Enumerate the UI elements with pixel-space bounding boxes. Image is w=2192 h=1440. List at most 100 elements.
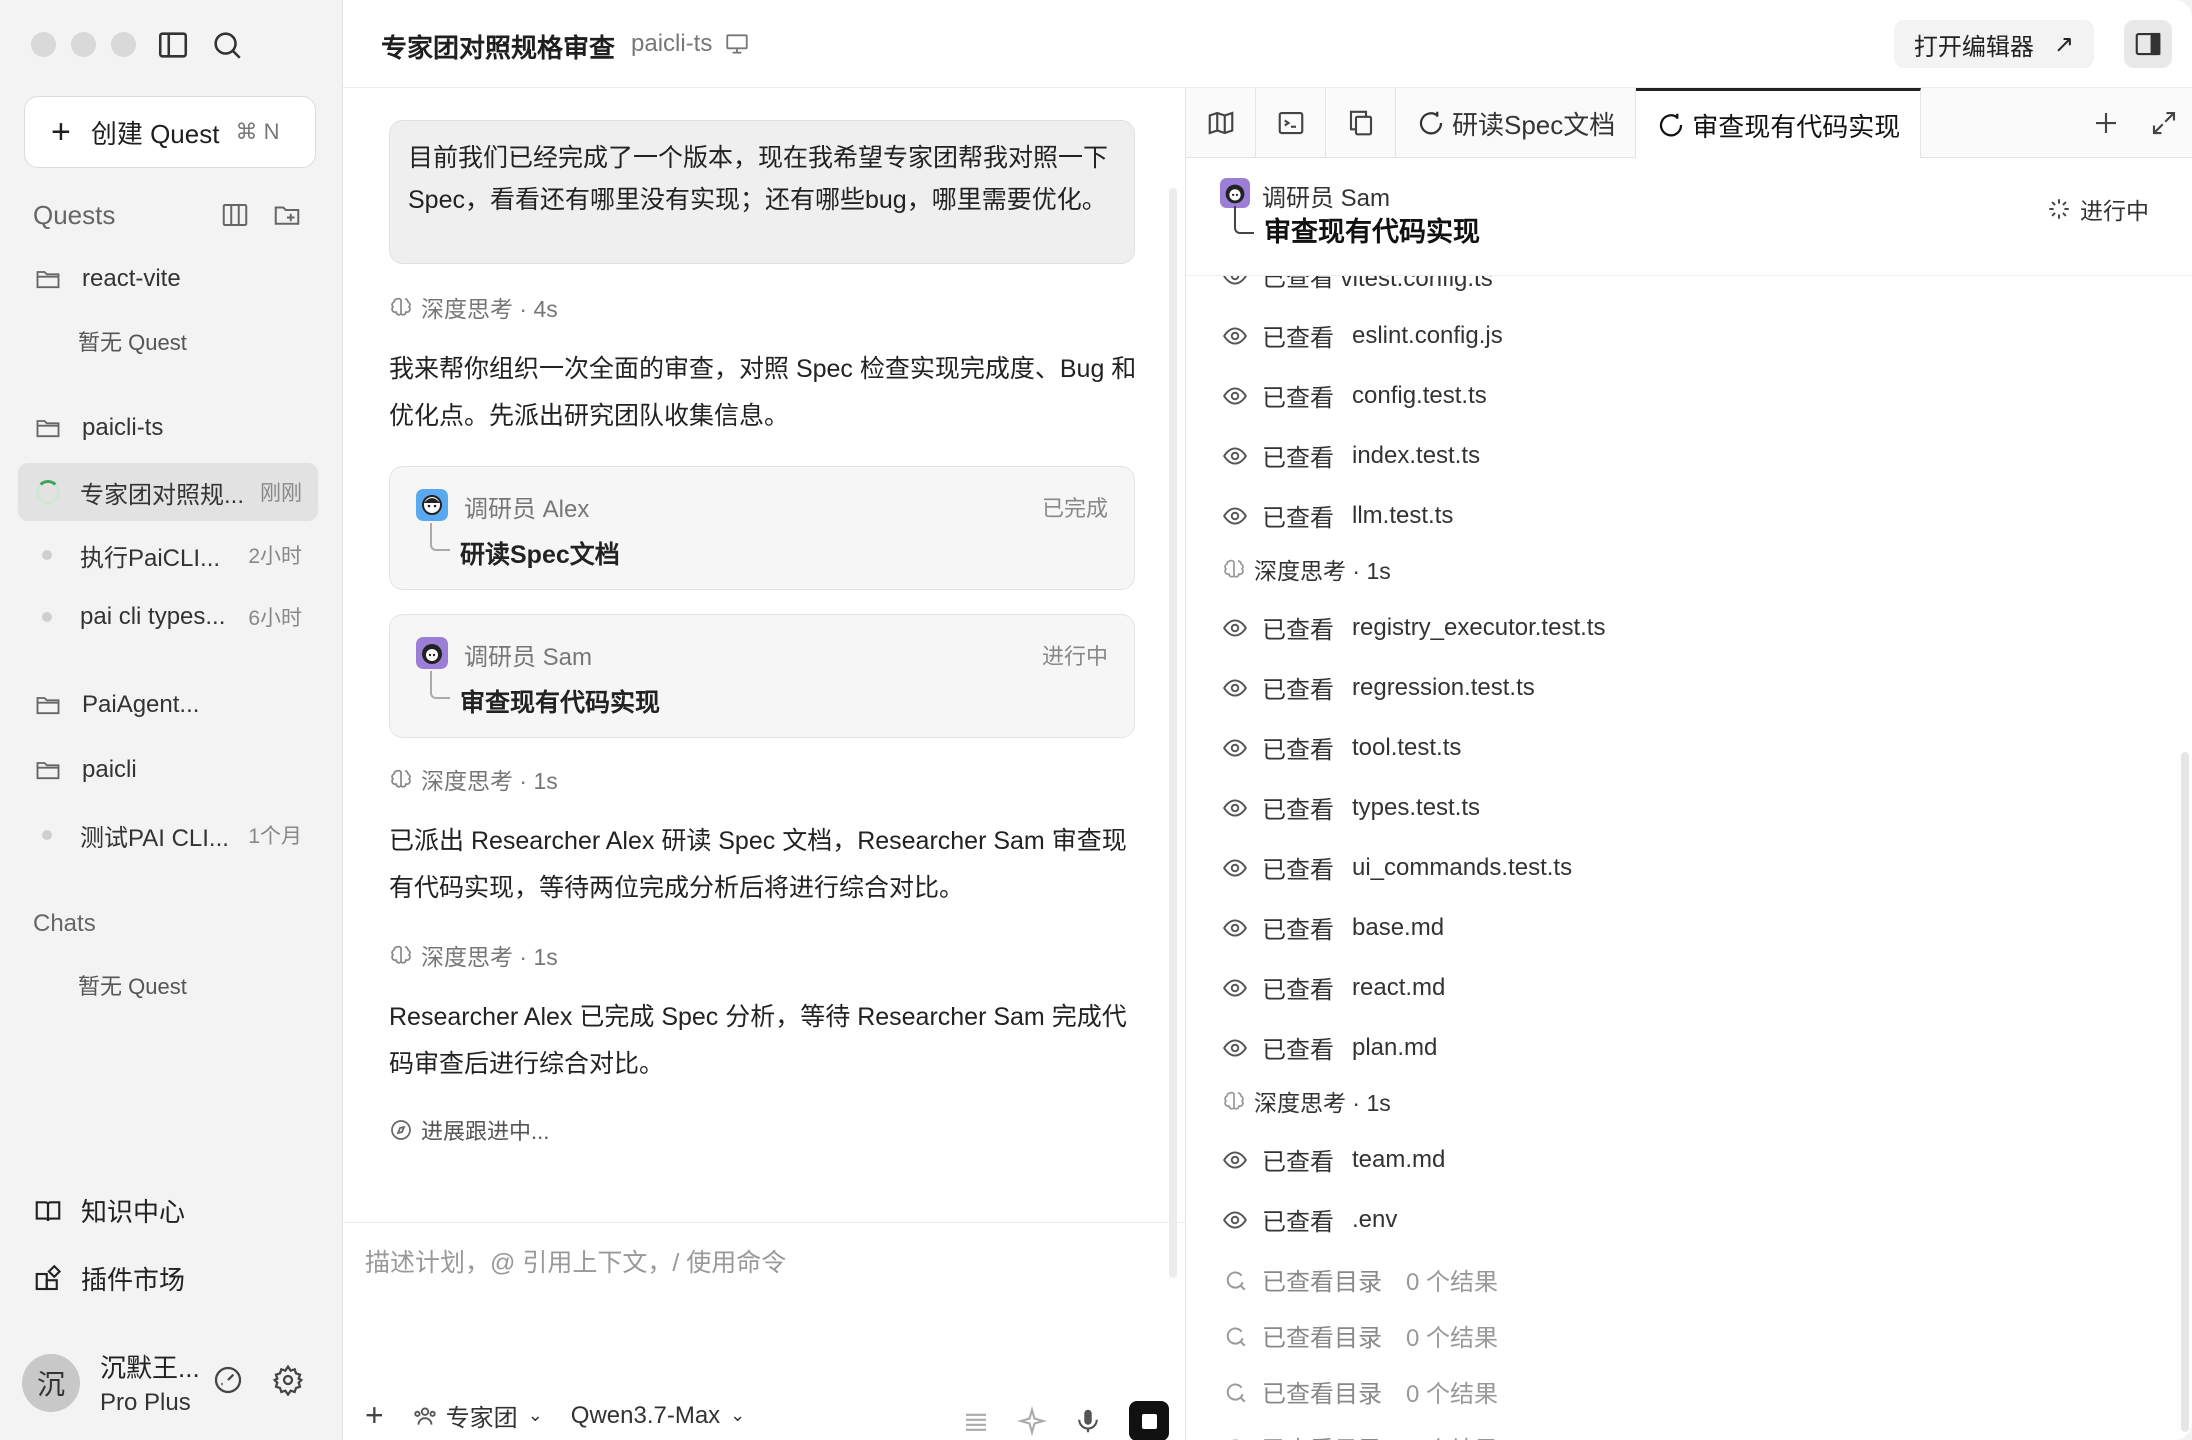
agent-status: 进行中: [2046, 192, 2149, 226]
log-row-file[interactable]: 已查看 ui_commands.test.ts: [1222, 850, 1572, 885]
stop-icon: [1141, 1413, 1157, 1429]
open-editor-button[interactable]: 打开编辑器 ↗: [1893, 20, 2094, 68]
list-icon[interactable]: [961, 1406, 991, 1436]
log-target: base.md: [1352, 913, 1445, 941]
log-target: .env: [1352, 1205, 1398, 1233]
tab-spec[interactable]: 研读Spec文档: [1396, 88, 1637, 158]
eye-icon: [1223, 978, 1247, 997]
log-row-file[interactable]: 已查看 types.test.ts: [1222, 790, 1480, 825]
add-tab-button[interactable]: [2077, 88, 2135, 158]
log-row-directory[interactable]: 已查看目录 0 个结果: [1222, 1374, 1498, 1409]
search-icon[interactable]: [210, 28, 244, 62]
avatar: 沉: [22, 1353, 80, 1412]
agent-task: 研读Spec文档: [460, 541, 620, 569]
log-row-file[interactable]: 已查看 config.test.ts: [1222, 378, 1487, 413]
tab-terminal[interactable]: [1256, 88, 1326, 158]
quest-time: 2小时: [248, 545, 302, 568]
thinking-indicator[interactable]: 深度思考 · 1s: [1222, 1084, 1409, 1118]
microphone-icon[interactable]: [1073, 1406, 1103, 1436]
knowledge-center-link[interactable]: 知识中心: [33, 1192, 185, 1229]
panel-scrollbar[interactable]: [2181, 752, 2189, 1432]
quest-item-active[interactable]: 专家团对照规... 刚刚: [18, 463, 318, 521]
log-row-file[interactable]: 已查看 .env: [1222, 1202, 1397, 1237]
eye-icon: [1223, 326, 1247, 345]
user-profile[interactable]: 沉 沉默王... Pro Plus: [22, 1348, 200, 1417]
eye-icon: [1223, 918, 1247, 937]
chevron-down-icon: ⌄: [730, 1405, 746, 1425]
log-row-file[interactable]: 已查看 base.md: [1222, 910, 1444, 945]
gear-icon[interactable]: [272, 1364, 304, 1396]
quest-label: 执行PaiCLI...: [80, 544, 221, 572]
create-quest-button[interactable]: + 创建 Quest ⌘ N: [24, 96, 316, 168]
folder-search-icon: [1231, 1438, 1240, 1440]
gauge-icon[interactable]: [212, 1364, 244, 1396]
app-window: + 创建 Quest ⌘ N Quests react-vite 暂无 Ques…: [0, 0, 2192, 1440]
log-verb: 已查看: [1262, 325, 1334, 352]
minimize-window-button[interactable]: [71, 32, 96, 57]
log-row-file[interactable]: 已查看 eslint.config.js: [1222, 318, 1503, 353]
model-selector[interactable]: Qwen3.7-Max ⌄: [571, 1402, 745, 1430]
tab-label: 审查现有代码实现: [1692, 111, 1901, 142]
brain-icon: [391, 769, 411, 788]
add-attachment-button[interactable]: +: [365, 1397, 384, 1434]
project-paicli[interactable]: paicli: [18, 741, 318, 799]
log-row-file[interactable]: 已查看 registry_executor.test.ts: [1222, 610, 1605, 645]
quest-item[interactable]: pai cli types... 6小时: [18, 588, 318, 646]
maximize-window-button[interactable]: [111, 32, 136, 57]
log-verb: 已查看: [1262, 797, 1334, 824]
quest-item[interactable]: 执行PaiCLI... 2小时: [18, 526, 318, 584]
project-paiagent[interactable]: PaiAgent...: [18, 676, 318, 734]
user-name: 沉默王...: [100, 1353, 200, 1383]
close-window-button[interactable]: [31, 32, 56, 57]
progress-label: 进展跟进中...: [421, 1119, 550, 1144]
project-paicli-ts[interactable]: paicli-ts: [18, 399, 318, 457]
status-dot-icon: [42, 612, 52, 622]
log-verb: 已查看目录: [1262, 1325, 1382, 1352]
log-row-file[interactable]: 已查看 index.test.ts: [1222, 438, 1480, 473]
tab-map[interactable]: [1186, 88, 1256, 158]
agent-status-label: 进行中: [2080, 198, 2149, 224]
agent-card-sam[interactable]: 调研员 Sam 进行中 审查现有代码实现: [389, 614, 1135, 738]
tab-files[interactable]: [1326, 88, 1396, 158]
sidebar-toggle-icon[interactable]: [156, 28, 190, 62]
columns-icon[interactable]: [220, 200, 250, 230]
log-row-file[interactable]: 已查看 plan.md: [1222, 1030, 1437, 1065]
agent-card-alex[interactable]: 调研员 Alex 已完成 研读Spec文档: [389, 466, 1135, 590]
sparkle-icon[interactable]: [1017, 1406, 1047, 1436]
log-row-directory[interactable]: 已查看目录 0 个结果: [1222, 1262, 1498, 1297]
plugin-market-link[interactable]: 插件市场: [33, 1260, 185, 1297]
agent-status: 进行中: [1041, 644, 1108, 669]
log-row-file[interactable]: 已查看 regression.test.ts: [1222, 670, 1535, 705]
message-input[interactable]: 描述计划，@ 引用上下文，/ 使用命令: [365, 1243, 786, 1279]
right-panel-icon: [2135, 32, 2161, 56]
quest-time: 刚刚: [260, 482, 302, 505]
tab-code-review[interactable]: 审查现有代码实现: [1636, 88, 1922, 159]
log-row-directory[interactable]: 已查看目录 0 个结果: [1222, 1430, 1498, 1440]
chat-scrollbar[interactable]: [1169, 188, 1177, 1278]
thinking-indicator[interactable]: 深度思考 · 1s: [1222, 552, 1409, 586]
stop-button[interactable]: [1129, 1401, 1169, 1440]
log-row-file[interactable]: 已查看 llm.test.ts: [1222, 498, 1453, 533]
detail-panel: 研读Spec文档 审查现有代码实现 调研员 Sam 审查现有代码实现 进行中 已…: [1185, 88, 2192, 1440]
tab-label: 研读Spec文档: [1452, 109, 1616, 140]
log-row-file[interactable]: 已查看 react.md: [1222, 970, 1445, 1005]
thinking-indicator[interactable]: 深度思考 · 1s: [389, 938, 558, 972]
activity-log: 已查看 vitest.config.ts 已查看 eslint.config.js…: [1186, 276, 2192, 1440]
log-target: index.test.ts: [1352, 441, 1481, 469]
panel-toggle-button[interactable]: [2124, 20, 2172, 68]
thinking-indicator[interactable]: 深度思考 · 4s: [389, 290, 558, 324]
project-react-vite[interactable]: react-vite: [18, 250, 318, 308]
arrow-up-right-icon: ↗: [2053, 30, 2074, 58]
eye-icon: [1223, 738, 1247, 757]
log-row-file[interactable]: 已查看 tool.test.ts: [1222, 730, 1461, 765]
mode-selector[interactable]: 专家团 ⌄: [412, 1398, 543, 1433]
new-folder-icon[interactable]: [272, 200, 302, 230]
log-row-directory[interactable]: 已查看目录 0 个结果: [1222, 1318, 1498, 1353]
log-row-file[interactable]: 已查看 team.md: [1222, 1142, 1445, 1177]
user-text: 沉默王... Pro Plus: [100, 1348, 200, 1417]
log-target: ui_commands.test.ts: [1352, 853, 1573, 881]
thinking-indicator[interactable]: 深度思考 · 1s: [389, 762, 558, 796]
empty-chat-label: 暂无 Quest: [78, 974, 187, 999]
quest-item[interactable]: 测试PAI CLI... 1个月: [18, 806, 318, 864]
expand-button[interactable]: [2135, 88, 2192, 158]
